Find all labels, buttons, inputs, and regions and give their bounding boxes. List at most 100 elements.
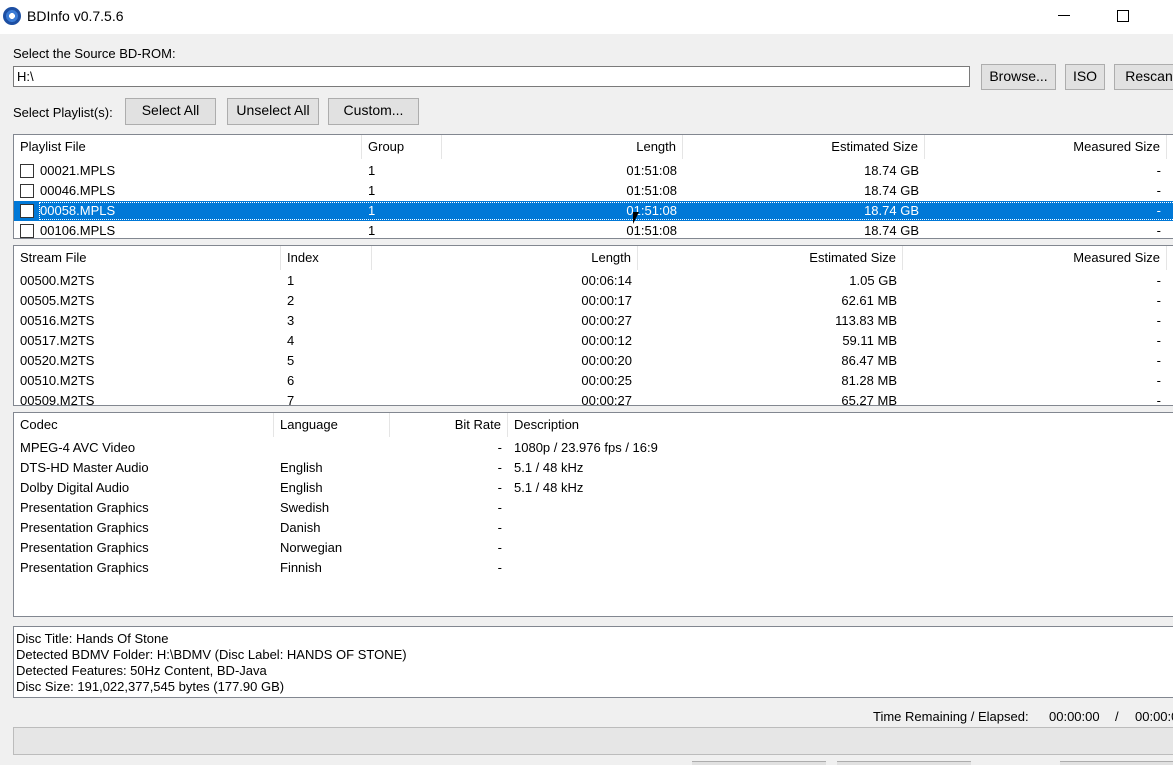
codec-desc xyxy=(508,518,1173,538)
codec-language: English xyxy=(280,460,323,475)
disc-info-report[interactable]: Disc Title: Hands Of Stone Detected BDMV… xyxy=(13,626,1173,698)
bottom-button[interactable] xyxy=(692,761,826,765)
table-row[interactable]: Presentation Graphics Finnish - xyxy=(14,558,1173,578)
rescan-button[interactable]: Rescan xyxy=(1114,64,1173,90)
playlist-checkbox[interactable] xyxy=(20,224,34,238)
table-row[interactable]: Presentation Graphics Swedish - xyxy=(14,498,1173,518)
table-row[interactable]: 00106.MPLS 1 01:51:08 18.74 GB - xyxy=(14,221,1173,238)
disc-title-line: Disc Title: Hands Of Stone xyxy=(16,631,169,646)
codec-language: English xyxy=(280,480,323,495)
table-row[interactable]: DTS-HD Master Audio English -5.1 / 48 kHz xyxy=(14,458,1173,478)
table-row[interactable]: MPEG-4 AVC Video -1080p / 23.976 fps / 16… xyxy=(14,438,1173,458)
col-measured-size[interactable]: Measured Size xyxy=(903,246,1167,270)
col-measured-size[interactable]: Measured Size xyxy=(925,135,1167,159)
table-row[interactable]: Presentation Graphics Danish - xyxy=(14,518,1173,538)
codec-codec: Presentation Graphics xyxy=(20,520,149,535)
codec-bitrate: - xyxy=(497,500,502,515)
codec-bitrate: - xyxy=(497,480,502,495)
table-row[interactable]: 00510.M2TS 6 00:00:25 81.28 MB - xyxy=(14,371,1173,391)
time-elapsed: 00:00:00 xyxy=(1135,709,1173,724)
stream-length: 00:00:25 xyxy=(581,373,632,388)
table-row[interactable]: 00509.M2TS 7 00:00:27 65.27 MB - xyxy=(14,391,1173,406)
stream-length: 00:00:27 xyxy=(581,393,632,406)
features-line: Detected Features: 50Hz Content, BD-Java xyxy=(16,663,267,678)
time-separator: / xyxy=(1115,709,1119,724)
col-estimated-size[interactable]: Estimated Size xyxy=(638,246,903,270)
table-row[interactable]: 00517.M2TS 4 00:00:12 59.11 MB - xyxy=(14,331,1173,351)
codec-language xyxy=(274,438,390,458)
playlist-checkbox[interactable] xyxy=(20,204,34,218)
table-row[interactable]: 00505.M2TS 2 00:00:17 62.61 MB - xyxy=(14,291,1173,311)
col-length[interactable]: Length xyxy=(442,135,683,159)
col-group[interactable]: Group xyxy=(362,135,442,159)
playlist-list[interactable]: Playlist File Group Length Estimated Siz… xyxy=(13,134,1173,239)
playlist-est-size: 18.74 GB xyxy=(864,223,919,238)
playlist-group: 1 xyxy=(368,183,376,198)
playlist-length: 01:51:08 xyxy=(626,163,677,178)
stream-est: 86.47 MB xyxy=(841,353,897,368)
minimize-icon[interactable] xyxy=(1058,6,1072,26)
playlist-est-size: 18.74 GB xyxy=(864,203,919,218)
codec-desc: 5.1 / 48 kHz xyxy=(514,460,584,475)
disc-size-line: Disc Size: 191,022,377,545 bytes (177.90… xyxy=(16,679,285,694)
codec-desc xyxy=(508,498,1173,518)
stream-list[interactable]: Stream File Index Length Estimated Size … xyxy=(13,245,1173,406)
codec-desc: 5.1 / 48 kHz xyxy=(514,480,584,495)
stream-index: 4 xyxy=(287,333,295,348)
stream-est: 62.61 MB xyxy=(841,293,897,308)
codec-bitrate: - xyxy=(497,520,502,535)
stream-index: 7 xyxy=(287,393,295,406)
stream-length: 00:06:14 xyxy=(581,273,632,288)
stream-index: 1 xyxy=(287,273,295,288)
table-row[interactable]: 00021.MPLS 1 01:51:08 18.74 GB - xyxy=(14,161,1173,181)
source-path-input[interactable]: H:\ xyxy=(13,66,970,87)
col-length[interactable]: Length xyxy=(372,246,638,270)
codec-bitrate: - xyxy=(497,540,502,555)
col-stream-file[interactable]: Stream File xyxy=(14,246,281,270)
table-row[interactable]: 00520.M2TS 5 00:00:20 86.47 MB - xyxy=(14,351,1173,371)
bottom-button[interactable] xyxy=(1060,761,1173,765)
table-row[interactable]: 00500.M2TS 1 00:06:14 1.05 GB - xyxy=(14,271,1173,291)
iso-button[interactable]: ISO xyxy=(1065,64,1105,90)
col-playlist-file[interactable]: Playlist File xyxy=(14,135,362,159)
col-index[interactable]: Index xyxy=(281,246,372,270)
playlist-measured-size: - xyxy=(1156,203,1161,218)
stream-file: 00510.M2TS xyxy=(20,373,95,388)
maximize-icon[interactable] xyxy=(1117,10,1129,22)
col-bit-rate[interactable]: Bit Rate xyxy=(390,413,508,437)
unselect-all-button[interactable]: Unselect All xyxy=(227,98,319,125)
table-row[interactable]: Presentation Graphics Norwegian - xyxy=(14,538,1173,558)
table-row-selected[interactable]: 00058.MPLS 1 01:51:08 18.74 GB - xyxy=(14,201,1173,221)
browse-button[interactable]: Browse... xyxy=(981,64,1056,90)
codec-language: Danish xyxy=(280,520,321,535)
codec-codec: DTS-HD Master Audio xyxy=(20,460,149,475)
table-row[interactable]: 00046.MPLS 1 01:51:08 18.74 GB - xyxy=(14,181,1173,201)
playlist-measured-size: - xyxy=(1156,163,1161,178)
col-language[interactable]: Language xyxy=(274,413,390,437)
codec-language: Norwegian xyxy=(280,540,343,555)
stream-measured: - xyxy=(1156,353,1161,368)
stream-est: 113.83 MB xyxy=(835,313,897,328)
table-row[interactable]: 00516.M2TS 3 00:00:27 113.83 MB - xyxy=(14,311,1173,331)
window-title: BDInfo v0.7.5.6 xyxy=(27,8,124,24)
custom-button[interactable]: Custom... xyxy=(328,98,419,125)
codec-codec: Presentation Graphics xyxy=(20,540,149,555)
stream-file: 00516.M2TS xyxy=(20,313,95,328)
stream-index: 3 xyxy=(287,313,295,328)
col-estimated-size[interactable]: Estimated Size xyxy=(683,135,925,159)
stream-measured: - xyxy=(1156,373,1161,388)
stream-file: 00505.M2TS xyxy=(20,293,95,308)
playlist-checkbox[interactable] xyxy=(20,184,34,198)
codec-list[interactable]: Codec Language Bit Rate Description MPEG… xyxy=(13,412,1173,617)
playlist-group: 1 xyxy=(368,163,376,178)
select-all-button[interactable]: Select All xyxy=(125,98,216,125)
col-description[interactable]: Description xyxy=(508,413,1173,437)
bottom-button[interactable] xyxy=(837,761,971,765)
stream-est: 59.11 MB xyxy=(842,333,897,348)
playlist-checkbox[interactable] xyxy=(20,164,34,178)
stream-measured: - xyxy=(1156,273,1161,288)
col-codec[interactable]: Codec xyxy=(14,413,274,437)
title-bar: BDInfo v0.7.5.6 xyxy=(0,0,1173,34)
table-row[interactable]: Dolby Digital Audio English -5.1 / 48 kHz xyxy=(14,478,1173,498)
stream-index: 2 xyxy=(287,293,295,308)
